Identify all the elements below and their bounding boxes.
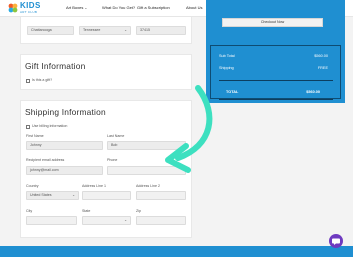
state-label: State <box>82 209 91 213</box>
zip-input[interactable] <box>136 216 186 225</box>
annotation-arrow-icon <box>165 85 213 173</box>
chat-bubble-icon <box>332 238 340 245</box>
city-label: City <box>26 209 33 213</box>
kids-art-club-logo[interactable]: KIDS ART CLUB <box>8 1 42 16</box>
country-label: Country <box>26 184 39 188</box>
billing-city-input[interactable]: Chattanooga <box>27 26 74 35</box>
totals-divider-bottom <box>219 99 333 100</box>
chevron-down-icon: ⌄ <box>72 193 75 197</box>
totals-divider-top <box>219 80 333 81</box>
address-line-2-label: Address Line 2 <box>136 184 160 188</box>
nav-gift-subscription[interactable]: Gift a Subscription <box>137 5 170 10</box>
logo-subtext: ART CLUB <box>20 10 38 14</box>
billing-state-select[interactable]: Tennessee ⌄ <box>79 26 131 35</box>
total-label: TOTAL <box>226 90 239 94</box>
logo-mark-icon <box>8 3 18 13</box>
is-gift-label: Is this a gift? <box>32 78 53 82</box>
total-value: $560.00 <box>306 90 320 94</box>
last-name-label: Last Name <box>107 134 125 138</box>
address-line-2-input[interactable] <box>136 191 186 200</box>
zip-label: Zip <box>136 209 141 213</box>
nav-label: Art Boxes <box>66 5 84 10</box>
first-name-label: First Name <box>26 134 44 138</box>
chat-widget-button[interactable] <box>329 234 343 248</box>
nav-about-us[interactable]: About Us <box>186 5 202 10</box>
nav-art-boxes[interactable]: Art Boxes⌄ <box>66 5 87 10</box>
shipping-label: Shipping <box>219 66 234 70</box>
use-billing-checkbox[interactable] <box>26 125 30 129</box>
subtotal-label: Sub Total <box>219 54 235 58</box>
shipping-value: FREE <box>317 66 328 70</box>
recipient-email-label: Recipient email address <box>26 158 65 162</box>
recipient-email-input[interactable]: johnny@mail.com <box>26 166 103 175</box>
chevron-down-icon: ⌄ <box>84 6 88 10</box>
is-gift-checkbox[interactable] <box>26 79 30 83</box>
chevron-down-icon: ⌄ <box>124 218 127 222</box>
address-line-1-label: Address Line 1 <box>82 184 106 188</box>
nav-what-do-you-get[interactable]: What Do You Get? <box>102 5 135 10</box>
shipping-info-title: Shipping Information <box>25 107 106 117</box>
use-billing-label: Use billing information <box>32 124 68 128</box>
footer-band <box>0 246 353 257</box>
billing-state-value: Tennessee <box>83 28 101 32</box>
logo-text: KIDS <box>20 1 41 10</box>
gift-info-title: Gift Information <box>25 61 86 71</box>
phone-label: Phone <box>107 158 118 162</box>
city-input[interactable] <box>26 216 77 225</box>
checkout-now-button[interactable]: Checkout Now <box>222 18 323 27</box>
billing-zip-input[interactable]: 37415 <box>136 26 186 35</box>
address-line-1-input[interactable] <box>82 191 131 200</box>
subtotal-value: $560.00 <box>314 54 328 58</box>
state-select[interactable]: ⌄ <box>82 216 131 225</box>
country-value: United States <box>30 193 52 197</box>
country-select[interactable]: United States ⌄ <box>26 191 79 200</box>
first-name-input[interactable]: Johnny <box>26 141 103 150</box>
chevron-down-icon: ⌄ <box>124 28 127 32</box>
